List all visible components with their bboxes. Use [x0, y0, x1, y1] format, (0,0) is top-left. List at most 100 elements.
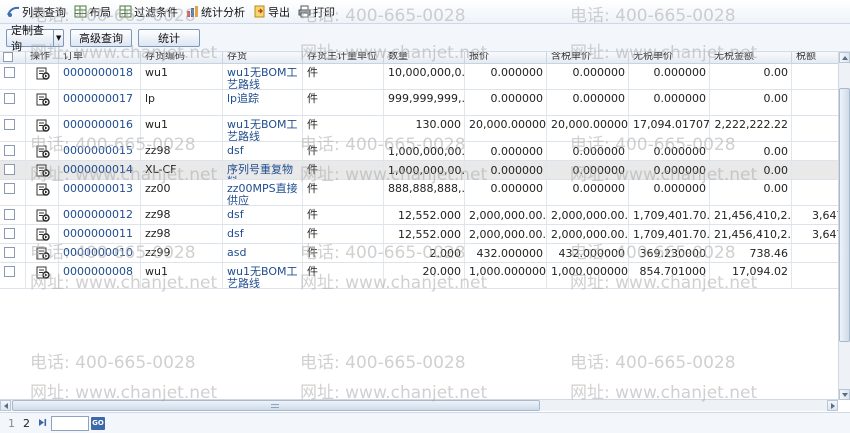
inventory-name-cell[interactable]: 序列号重复物料 — [223, 161, 303, 179]
horizontal-scrollbar[interactable] — [0, 399, 838, 411]
table-row[interactable]: 0000000008 wu1 wu1无BOM工艺路线件 20.000 1,000.000… — [0, 263, 850, 289]
statistics-analysis-button[interactable]: 统计分析 — [183, 2, 248, 22]
export-button[interactable]: 导出 — [250, 2, 293, 22]
custom-query-button[interactable]: 定制查询 ▼ — [6, 24, 64, 53]
grid-body: 0000000018 wu1 wu1无BOM工艺路线件 10,000,000,0...… — [0, 64, 850, 289]
order-cell[interactable]: 0000000018 — [59, 64, 141, 89]
row-checkbox[interactable] — [4, 119, 15, 130]
order-cell[interactable]: 0000000014 — [59, 161, 141, 179]
order-cell[interactable]: 0000000010 — [59, 244, 141, 262]
open-document-icon[interactable] — [36, 183, 50, 196]
row-select-cell — [0, 244, 26, 262]
order-cell[interactable]: 0000000017 — [59, 90, 141, 115]
inventory-name-cell[interactable]: wu1无BOM工艺路线 — [223, 263, 303, 288]
header-order[interactable]: 订单 — [59, 52, 141, 64]
scroll-grip-icon — [271, 404, 279, 408]
row-checkbox[interactable] — [4, 145, 15, 156]
scroll-left-button[interactable] — [0, 400, 11, 411]
list-query-button[interactable]: 列表查询 — [4, 2, 69, 22]
scroll-right-button[interactable] — [827, 400, 838, 411]
order-cell[interactable]: 0000000011 — [59, 225, 141, 243]
header-inventory[interactable]: 存货 — [223, 52, 303, 64]
header-quantity[interactable]: 数量 — [384, 52, 465, 64]
last-page-icon[interactable] — [38, 417, 47, 430]
row-operation-cell — [26, 142, 59, 160]
table-row[interactable]: 0000000014XL-CF序列号重复物料件1,000,000,00...0.… — [0, 161, 850, 180]
open-document-icon[interactable] — [36, 228, 50, 241]
open-document-icon[interactable] — [36, 209, 50, 222]
header-tax-price[interactable]: 含税单价 — [547, 52, 629, 64]
inventory-name-cell[interactable]: dsf — [223, 225, 303, 243]
inventory-name-cell[interactable]: wu1无BOM工艺路线 — [223, 64, 303, 89]
row-operation-cell — [26, 225, 59, 243]
inventory-name-cell[interactable]: zz00MPS直接供应 — [223, 180, 303, 205]
notax-price-cell: 0.000000 — [629, 90, 710, 115]
table-row[interactable]: 0000000011 zz98 dsf 件 12,552.000 2,000,000.00… — [0, 225, 850, 244]
row-checkbox[interactable] — [4, 247, 15, 258]
table-row[interactable]: 0000000015 zz98 dsf 件 1,000,000,00... 0.00000… — [0, 142, 850, 161]
row-operation-cell — [26, 116, 59, 141]
row-checkbox[interactable] — [4, 67, 15, 78]
statistics-button[interactable]: 统计 — [138, 28, 200, 47]
header-notax-amount[interactable]: 无税金额 — [710, 52, 792, 64]
horizontal-scroll-thumb[interactable] — [12, 400, 540, 411]
open-document-icon[interactable] — [36, 67, 50, 80]
header-notax-price[interactable]: 无税单价 — [629, 52, 710, 64]
row-checkbox[interactable] — [4, 266, 15, 277]
page-link-current[interactable]: 2 — [23, 417, 30, 430]
table-row[interactable]: 0000000010 zz99 asd 件 2.000 432.000000 432.000… — [0, 244, 850, 263]
header-quote[interactable]: 报价 — [465, 52, 547, 64]
header-select-all[interactable] — [0, 52, 26, 64]
table-row[interactable]: 0000000013 zz00 zz00MPS直接供应件 888,888,888,..… — [0, 180, 850, 206]
print-button[interactable]: 打印 — [295, 2, 338, 22]
order-cell[interactable]: 0000000013 — [59, 180, 141, 205]
scroll-down-button[interactable] — [839, 389, 850, 400]
row-select-cell — [0, 263, 26, 288]
inventory-code-cell: zz00 — [141, 180, 223, 205]
open-document-icon[interactable] — [36, 266, 50, 279]
header-inventory-code[interactable]: 存货编码 — [141, 52, 223, 64]
vertical-scroll-thumb[interactable] — [839, 88, 850, 342]
unit-cell: 件 — [303, 90, 384, 115]
row-checkbox[interactable] — [4, 183, 15, 194]
inventory-name-cell[interactable]: asd — [223, 244, 303, 262]
layout-button[interactable]: 布局 — [71, 2, 114, 22]
page-link-first[interactable]: 1 — [8, 417, 15, 430]
dropdown-arrow-icon[interactable]: ▼ — [53, 29, 63, 46]
page-number-input[interactable] — [51, 415, 89, 431]
open-document-icon[interactable] — [36, 119, 50, 132]
advanced-query-button[interactable]: 高级查询 — [70, 28, 132, 47]
order-cell[interactable]: 0000000015 — [59, 142, 141, 160]
row-checkbox[interactable] — [4, 93, 15, 104]
inventory-name-cell[interactable]: wu1无BOM工艺路线 — [223, 116, 303, 141]
row-checkbox[interactable] — [4, 209, 15, 220]
order-cell[interactable]: 0000000016 — [59, 116, 141, 141]
table-row[interactable]: 0000000018 wu1 wu1无BOM工艺路线件 10,000,000,0...… — [0, 64, 850, 90]
open-document-icon[interactable] — [36, 164, 50, 177]
order-cell[interactable]: 0000000008 — [59, 263, 141, 288]
notax-amount-cell: 21,456,410,2... — [710, 206, 792, 224]
table-row[interactable]: 0000000016 wu1 wu1无BOM工艺路线件 130.000 20,000.0… — [0, 116, 850, 142]
inventory-name-cell[interactable]: dsf — [223, 206, 303, 224]
main-toolbar: 列表查询 布局 过滤条件 统计分析 导出 打印 — [0, 0, 850, 24]
select-all-checkbox[interactable] — [3, 52, 13, 62]
inventory-name-cell[interactable]: lp追踪 — [223, 90, 303, 115]
row-checkbox[interactable] — [4, 164, 15, 175]
tax-price-cell: 2,000,000.00... — [547, 225, 629, 243]
scroll-up-button[interactable] — [839, 52, 850, 63]
table-row[interactable]: 0000000012 zz98 dsf 件 12,552.000 2,000,000.00… — [0, 206, 850, 225]
row-checkbox[interactable] — [4, 228, 15, 239]
inventory-name-cell[interactable]: dsf — [223, 142, 303, 160]
filter-button[interactable]: 过滤条件 — [116, 2, 181, 22]
header-unit[interactable]: 存货主计量单位 — [303, 52, 384, 64]
chart-icon — [186, 5, 199, 18]
vertical-scrollbar[interactable] — [838, 52, 850, 400]
header-operation[interactable]: 操作 — [26, 52, 59, 64]
open-document-icon[interactable] — [36, 93, 50, 106]
open-document-icon[interactable] — [36, 145, 50, 158]
open-document-icon[interactable] — [36, 247, 50, 260]
table-row[interactable]: 0000000017 lp lp追踪件 999,999,999,... 0.000000… — [0, 90, 850, 116]
go-button[interactable]: GO — [91, 416, 105, 430]
order-cell[interactable]: 0000000012 — [59, 206, 141, 224]
action-bar: 定制查询 ▼ 高级查询 统计 — [0, 24, 850, 53]
